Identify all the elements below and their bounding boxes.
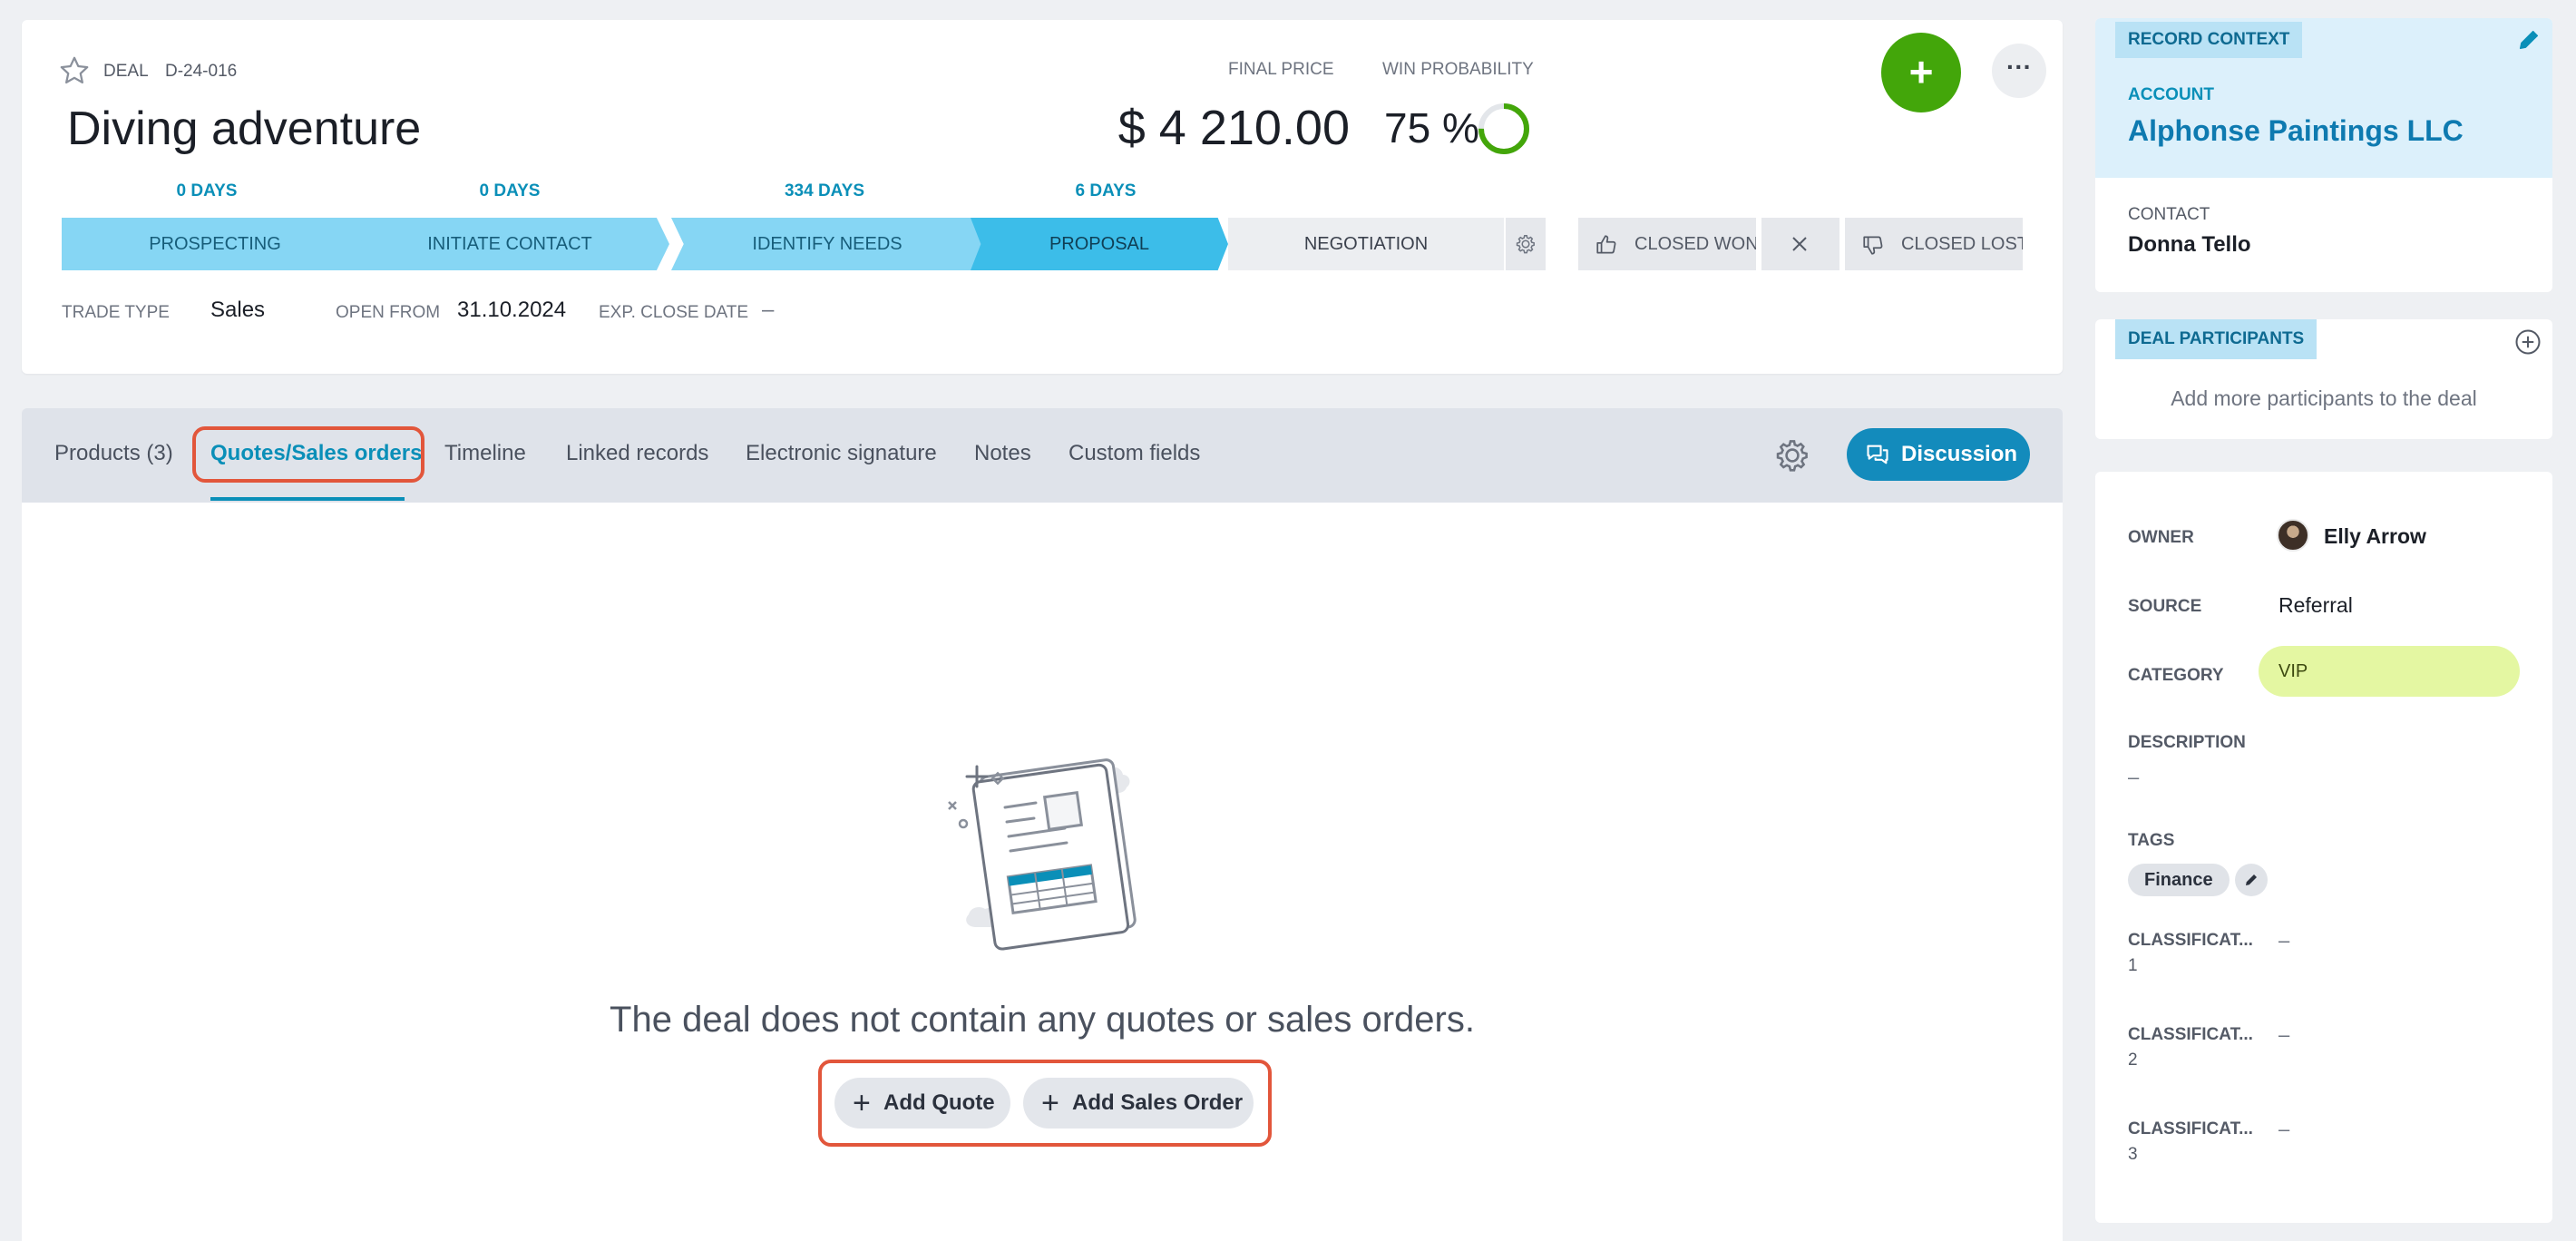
pencil-icon[interactable] <box>2516 27 2542 53</box>
stage-prospecting[interactable]: Prospecting <box>62 218 368 270</box>
gear-icon <box>1516 235 1535 254</box>
stage-negotiation[interactable]: Negotiation <box>1228 218 1504 270</box>
deal-id: D-24-016 <box>165 62 238 81</box>
close-icon <box>1792 237 1807 251</box>
closed-lost-label: Closed lost <box>1901 234 2023 254</box>
trade-type-value[interactable]: Sales <box>210 298 265 323</box>
classification-3-index: 3 <box>2128 1145 2138 1164</box>
stage-days-proposal: 6 days <box>1075 181 1137 200</box>
closed-won-label: Closed won <box>1634 234 1756 254</box>
gear-icon[interactable] <box>1772 435 1812 475</box>
classification-1-index: 1 <box>2128 956 2138 975</box>
avatar <box>2277 519 2309 552</box>
thumbs-up-icon <box>1596 235 1616 254</box>
add-quote-label: Add Quote <box>883 1090 995 1115</box>
add-sales-order-label: Add Sales Order <box>1072 1090 1244 1115</box>
tab-highlight-frame <box>192 426 424 483</box>
description-label: Description <box>2128 733 2246 752</box>
account-link[interactable]: Alphonse Paintings LLC <box>2128 114 2464 148</box>
empty-state-message: The deal does not contain any quotes or … <box>610 1000 1475 1040</box>
classification-2-value[interactable]: – <box>2278 1023 2289 1047</box>
stage-days-prospecting: 0 days <box>176 181 238 200</box>
win-probability-value: 75 % <box>1384 104 1479 151</box>
classification-3-label: Classificat... <box>2128 1119 2253 1138</box>
contact-label: Contact <box>2128 205 2210 224</box>
stage-days-identify-needs: 334 days <box>784 181 865 200</box>
star-icon[interactable] <box>58 54 91 87</box>
add-button[interactable]: + <box>1881 33 1961 112</box>
open-from-value[interactable]: 31.10.2024 <box>457 298 566 323</box>
final-price-value: $ 4 210.00 <box>1117 101 1350 155</box>
final-price-label: Final price <box>1228 60 1334 79</box>
tab-timeline[interactable]: Timeline <box>444 408 526 503</box>
category-label: Category <box>2128 666 2224 685</box>
owner-value[interactable]: Elly Arrow <box>2324 524 2426 549</box>
plus-icon: + <box>853 1086 871 1120</box>
tab-products[interactable]: Products (3) <box>54 408 173 503</box>
tab-notes[interactable]: Notes <box>974 408 1031 503</box>
plus-icon: + <box>1041 1086 1059 1120</box>
deal-title[interactable]: Diving adventure <box>67 102 421 156</box>
deal-participants-card: Deal participants Add more participants … <box>2095 319 2552 439</box>
classification-2-label: Classificat... <box>2128 1025 2253 1044</box>
win-probability-ring <box>1478 103 1529 154</box>
tab-custom-fields[interactable]: Custom fields <box>1068 408 1200 503</box>
deal-participants-badge: Deal participants <box>2115 319 2317 359</box>
trade-type-label: Trade type <box>62 303 170 322</box>
closed-lost-button[interactable]: Closed lost <box>1845 218 2023 270</box>
stage-proposal[interactable]: Proposal <box>971 218 1228 270</box>
discussion-button[interactable]: Discussion <box>1847 428 2030 481</box>
tab-electronic-signature[interactable]: Electronic signature <box>746 408 937 503</box>
thumbs-down-icon <box>1863 236 1883 255</box>
tags-label: Tags <box>2128 831 2175 850</box>
record-context-card: Record context Account Alphonse Painting… <box>2095 18 2552 292</box>
more-options-button[interactable]: ··· <box>1992 44 2046 98</box>
owner-label: Owner <box>2128 528 2194 547</box>
stage-initiate-contact[interactable]: Initiate contact <box>350 218 669 270</box>
win-probability-label: Win probability <box>1382 60 1534 79</box>
closed-won-button[interactable]: Closed won <box>1578 218 1756 270</box>
empty-document-illustration <box>948 758 1137 951</box>
tag-finance[interactable]: Finance <box>2128 864 2230 896</box>
exp-close-date-value[interactable]: – <box>762 298 774 323</box>
discussion-label: Discussion <box>1901 442 2018 466</box>
stage-days-initiate-contact: 0 days <box>479 181 541 200</box>
classification-1-value[interactable]: – <box>2278 929 2289 953</box>
source-value[interactable]: Referral <box>2278 593 2353 618</box>
pencil-icon <box>2246 875 2257 885</box>
tabs-bar: Products (3) Quotes/Sales orders Timelin… <box>22 408 2063 503</box>
record-type-label: Deal <box>103 62 149 81</box>
add-sales-order-button[interactable]: + Add Sales Order <box>1023 1078 1254 1129</box>
add-quote-button[interactable]: + Add Quote <box>834 1078 1010 1129</box>
chat-icon <box>1867 445 1888 464</box>
classification-3-value[interactable]: – <box>2278 1118 2289 1141</box>
quotes-tab-content: The deal does not contain any quotes or … <box>22 503 2063 1241</box>
open-from-label: Open from <box>336 303 441 322</box>
exp-close-date-label: Exp. close date <box>599 303 749 322</box>
category-value[interactable]: VIP <box>2259 646 2520 697</box>
account-label: Account <box>2128 85 2214 104</box>
add-circle-icon[interactable] <box>2514 328 2542 356</box>
active-tab-indicator <box>210 497 405 501</box>
contact-link[interactable]: Donna Tello <box>2128 232 2251 258</box>
record-context-badge: Record context <box>2115 22 2303 58</box>
add-participants-prompt[interactable]: Add more participants to the deal <box>2095 386 2552 411</box>
stage-identify-needs[interactable]: Identify needs <box>671 218 983 270</box>
source-label: Source <box>2128 597 2202 616</box>
classification-2-index: 2 <box>2128 1050 2138 1070</box>
classification-1-label: Classificat... <box>2128 931 2253 950</box>
description-value[interactable]: – <box>2128 766 2139 789</box>
pipeline-settings-button[interactable] <box>1506 218 1546 270</box>
reset-close-button[interactable] <box>1761 218 1839 270</box>
deal-details-card: Owner Elly Arrow Source Referral Categor… <box>2095 472 2552 1223</box>
deal-header-card: Deal D-24-016 Diving adventure Final pri… <box>22 20 2063 374</box>
tab-linked-records[interactable]: Linked records <box>566 408 708 503</box>
edit-tags-button[interactable] <box>2235 864 2268 896</box>
